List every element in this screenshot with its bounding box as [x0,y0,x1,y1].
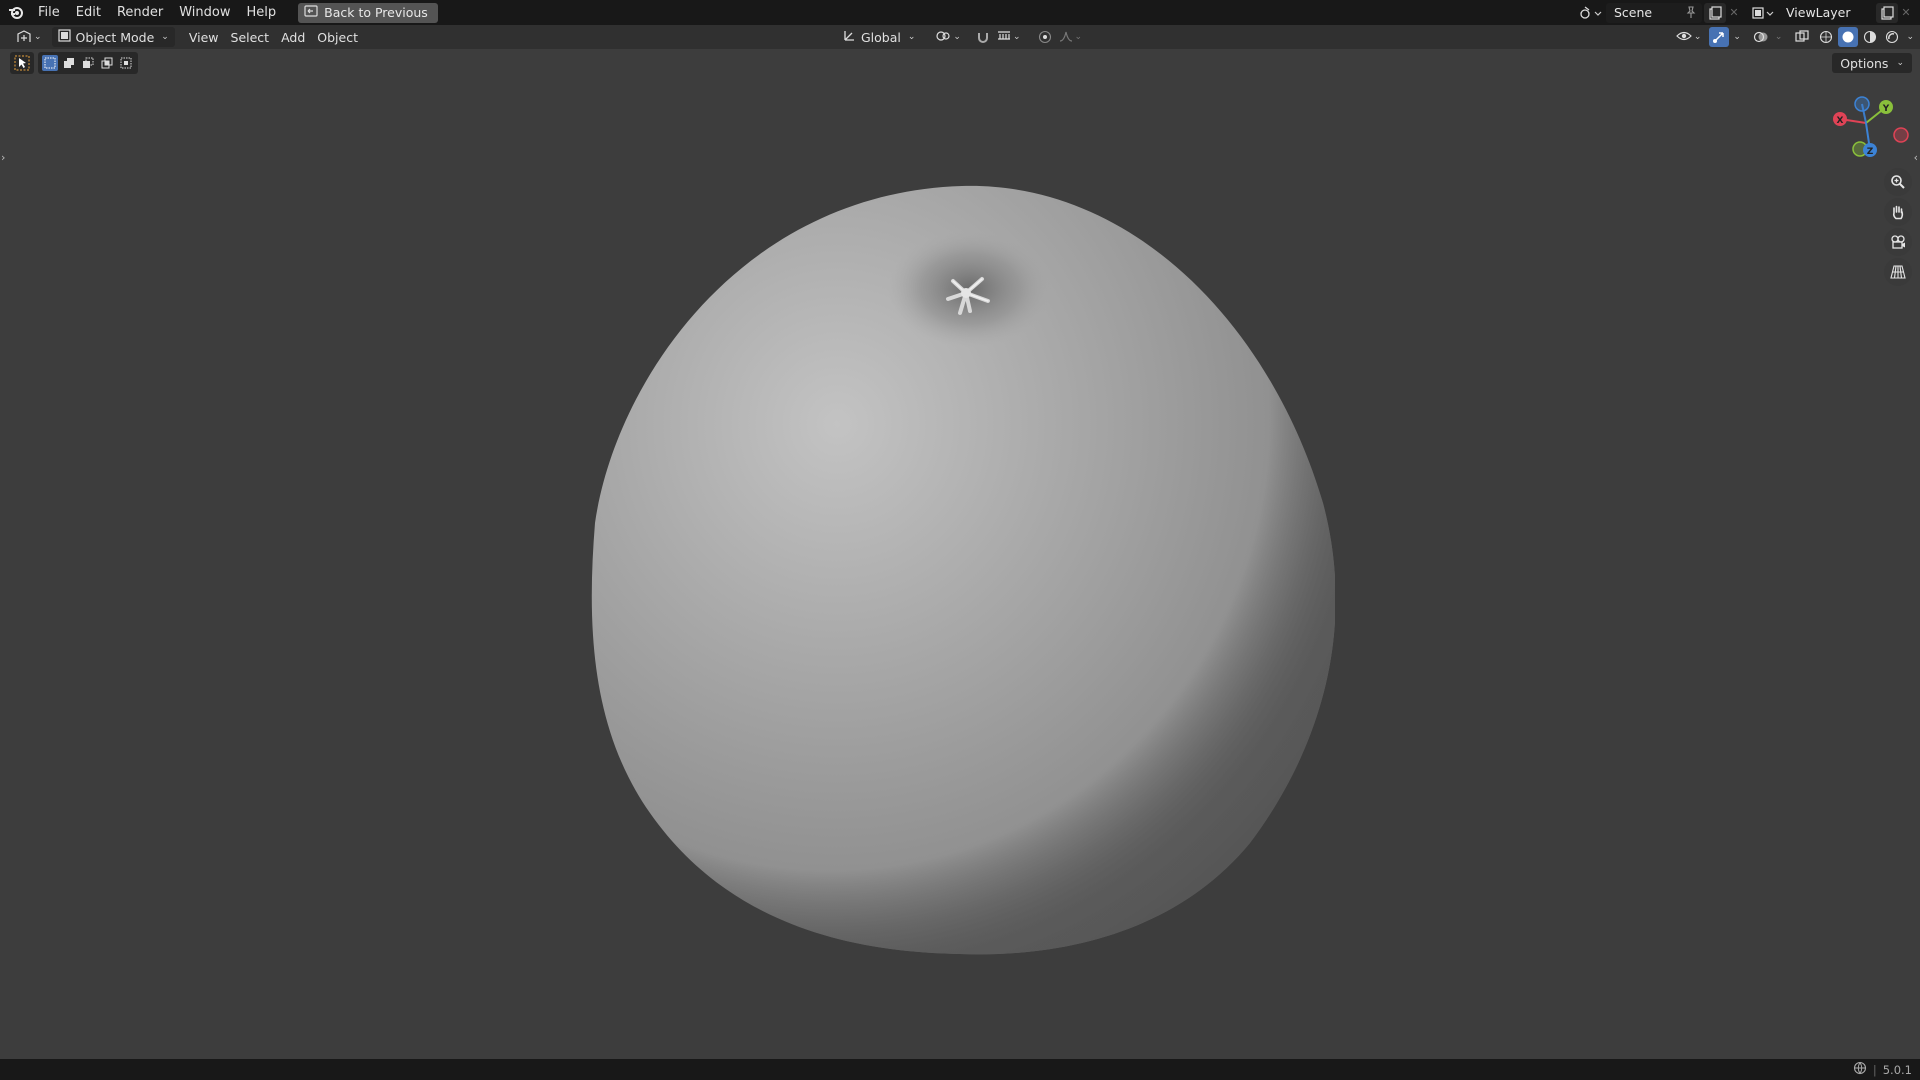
viewport-header: ⌄ Object Mode ⌄ View Select Add Object G… [0,25,1920,49]
network-globe-icon[interactable] [1853,1061,1867,1078]
viewlayer-selector[interactable]: ViewLayer ✕ [1748,2,1914,23]
transform-orientation-selector[interactable]: Global ⌄ [836,27,921,47]
status-separator: | [1872,1062,1877,1077]
mode-label: Object Mode [75,29,155,45]
overlay-toggle-icon[interactable] [1751,27,1771,47]
orientation-axes-icon [842,29,856,46]
version-label: 5.0.1 [1882,1062,1912,1077]
eye-visibility-icon [1675,29,1692,46]
editor-type-button[interactable]: ⌄ [10,27,48,47]
viewlayer-name-field[interactable]: ViewLayer [1778,2,1874,23]
z-negative-axis-handle [1854,96,1870,112]
mode-selector[interactable]: Object Mode ⌄ [51,27,175,47]
y-axis-label: Y [1882,104,1890,114]
apple-mesh[interactable] [590,183,1336,957]
rendered-shading-icon[interactable] [1882,27,1902,47]
zoom-icon[interactable] [1884,168,1912,196]
pivot-point-selector[interactable]: ⌄ [929,27,967,47]
viewlayer-browse-icon[interactable] [1748,3,1778,23]
menu-select[interactable]: Select [225,27,276,47]
camera-view-icon[interactable] [1884,228,1912,256]
menu-object[interactable]: Object [311,27,364,47]
x-axis-label: X [1837,116,1844,126]
new-viewlayer-icon[interactable] [1876,2,1898,23]
solid-shading-icon[interactable] [1838,27,1859,47]
active-tool-button[interactable] [10,52,34,74]
delete-viewlayer-icon[interactable]: ✕ [1898,3,1914,23]
options-dropdown[interactable]: Options ⌄ [1832,53,1912,73]
overlay-options-chevron-icon[interactable]: ⌄ [1775,32,1783,42]
top-bar: File Edit Render Window Help Back to Pre… [0,0,1920,25]
z-axis-label: Z [1867,147,1874,157]
chevron-down-icon: ⌄ [34,32,42,42]
status-bar: | 5.0.1 [0,1059,1920,1080]
chevron-down-icon: ⌄ [1074,32,1083,42]
menu-render[interactable]: Render [109,0,171,25]
blender-logo-icon[interactable] [2,0,30,25]
menu-add[interactable]: Add [275,27,311,47]
chevron-down-icon: ⌄ [1012,32,1021,42]
scene-selector[interactable]: Scene ✕ [1576,2,1742,23]
select-intersect-icon[interactable] [118,55,134,71]
menu-window[interactable]: Window [171,0,238,25]
menu-view[interactable]: View [183,27,225,47]
orientation-label: Global [861,29,901,45]
pin-icon[interactable] [1684,5,1698,22]
perspective-toggle-icon[interactable] [1884,258,1912,286]
snap-increment-icon [997,29,1011,46]
chevron-down-icon: ⌄ [1693,32,1702,42]
viewlayer-name: ViewLayer [1786,5,1851,20]
pivot-icon [935,29,951,46]
select-invert-icon[interactable] [99,55,115,71]
material-preview-shading-icon[interactable] [1860,27,1880,47]
object-mode-icon [57,29,71,45]
selection-mode-group [38,52,138,74]
gizmo-options-chevron-icon[interactable]: ⌄ [1733,32,1741,42]
shading-options-chevron-icon[interactable]: ⌄ [1906,32,1914,42]
gizmo-toggle-icon[interactable] [1709,27,1730,47]
chevron-down-icon: ⌄ [953,32,961,42]
chevron-down-icon: ⌄ [1896,58,1904,68]
pan-hand-icon[interactable] [1884,198,1912,226]
menu-file[interactable]: File [30,0,68,25]
back-button-label: Back to Previous [324,5,428,20]
visibility-selector[interactable]: ⌄ [1674,27,1704,47]
select-subtract-icon[interactable] [80,55,96,71]
options-label: Options [1840,55,1889,71]
x-negative-axis-handle [1893,127,1909,143]
toolbar-expand-chevron-icon[interactable]: › [1,151,5,164]
back-icon [304,5,318,20]
menu-help[interactable]: Help [239,0,285,25]
wireframe-shading-icon[interactable] [1816,27,1836,47]
proportional-editing-icon[interactable] [1035,27,1055,47]
back-to-previous-button[interactable]: Back to Previous [298,2,438,23]
proportional-falloff-selector[interactable]: ⌄ [1057,27,1085,47]
chevron-down-icon: ⌄ [161,32,169,42]
chevron-down-icon: ⌄ [907,32,916,42]
scene-browse-icon[interactable] [1576,3,1606,23]
navigation-gizmo[interactable]: X Y Z [1826,93,1916,163]
select-extend-icon[interactable] [61,55,77,71]
menu-edit[interactable]: Edit [68,0,109,25]
scene-name: Scene [1614,5,1653,20]
select-new-icon[interactable] [42,55,58,71]
snap-target-selector[interactable]: ⌄ [995,27,1023,47]
snap-toggle-icon[interactable] [973,27,993,47]
scene-name-field[interactable]: Scene [1606,2,1702,23]
delete-scene-icon[interactable]: ✕ [1726,3,1742,23]
tool-settings-row [10,52,138,74]
falloff-curve-icon [1059,29,1073,46]
new-scene-icon[interactable] [1704,2,1726,23]
xray-toggle-icon[interactable] [1792,27,1812,47]
